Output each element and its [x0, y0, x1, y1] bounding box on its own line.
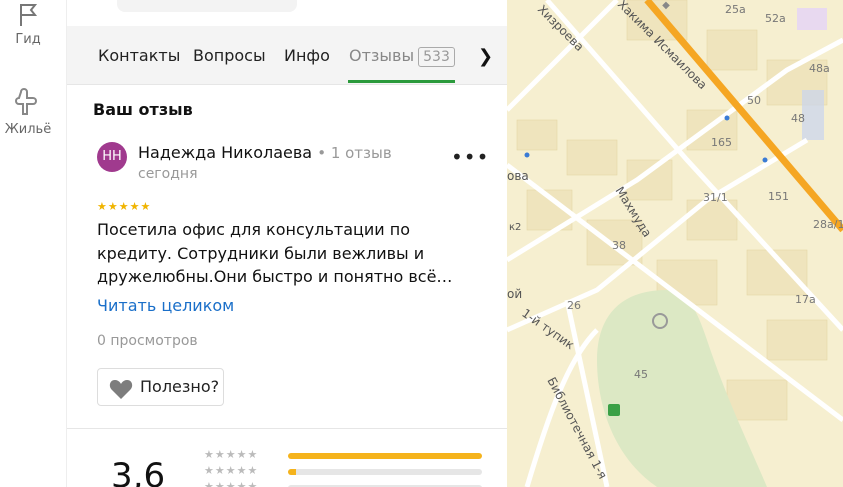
housing-icon: [15, 88, 37, 115]
distribution-stars-5: ★★★★★: [204, 448, 259, 461]
street-fragment: к2: [509, 222, 521, 233]
tab-bar: Контакты Вопросы Инфо Отзывы 533 ❯: [67, 26, 507, 85]
review-date: сегодня: [138, 166, 198, 182]
author-name[interactable]: Надежда Николаева: [138, 143, 312, 162]
active-tab-indicator: [348, 80, 455, 83]
distribution-stars-4: ★★★★★: [204, 464, 259, 477]
distribution-bar-5: [288, 453, 482, 459]
distribution-bar-4: [288, 469, 482, 475]
housing-label: Жильё: [4, 122, 52, 137]
house-number: 45: [634, 368, 648, 381]
section-title: Ваш отзыв: [93, 100, 193, 119]
blue-building: [802, 90, 824, 140]
house-number: 28а/1: [813, 218, 843, 231]
reviews-count-badge: 533: [418, 47, 455, 67]
distribution-stars-3: ★★★★★: [204, 480, 259, 487]
house-number: 38: [612, 239, 626, 252]
tab-info[interactable]: Инфо: [284, 46, 330, 65]
house-number: 26: [567, 299, 581, 312]
map-pin-icon[interactable]: ◆: [662, 0, 670, 11]
transit-stop[interactable]: [724, 115, 730, 121]
useful-label: Полезно?: [140, 377, 220, 396]
review-author[interactable]: Надежда Николаева • 1 отзыв: [138, 143, 392, 162]
top-pill: [117, 0, 297, 12]
panel-top-strip: [67, 0, 507, 26]
left-rail: Гид Жильё: [0, 0, 67, 487]
tab-questions[interactable]: Вопросы: [193, 46, 266, 65]
house-number: 48а: [809, 62, 830, 75]
tabs-next-arrow-icon[interactable]: ❯: [478, 46, 493, 67]
park-marker-icon[interactable]: [608, 404, 620, 416]
views-count: 0 просмотров: [97, 333, 198, 349]
tab-reviews-label: Отзывы: [349, 46, 415, 65]
more-options-icon[interactable]: •••: [451, 145, 489, 169]
house-number: 52а: [765, 12, 786, 25]
heart-icon: [109, 380, 133, 399]
tab-contacts[interactable]: Контакты: [98, 46, 180, 65]
divider: [67, 428, 507, 429]
guide-label: Гид: [15, 32, 41, 47]
distribution-fill-4: [288, 469, 296, 475]
distribution-fill-5: [288, 453, 482, 459]
overall-rating: 3,6: [111, 456, 166, 487]
review-text: Посетила офис для консультации по кредит…: [97, 220, 453, 286]
house-number: 17а: [795, 293, 816, 306]
purple-building: [797, 8, 827, 30]
transit-stop[interactable]: [524, 152, 530, 158]
rating-stars: ★★★★★: [97, 200, 152, 213]
house-number: 151: [768, 190, 789, 203]
house-number: 50: [747, 94, 761, 107]
house-number: 25а: [725, 3, 746, 16]
map-view[interactable]: ◆ Хизроева Хакима Исмаилова Махмуда 1-й …: [507, 0, 843, 487]
street-fragment: ой: [507, 287, 522, 301]
flag-icon: [20, 4, 38, 26]
transit-stop[interactable]: [762, 157, 768, 163]
tab-reviews[interactable]: Отзывы 533: [349, 46, 455, 67]
useful-button[interactable]: Полезно?: [97, 368, 224, 406]
housing-nav-item[interactable]: Жильё: [0, 86, 56, 137]
house-number: 48: [791, 112, 805, 125]
house-number: 31/1: [703, 191, 728, 204]
avatar[interactable]: НН: [97, 142, 127, 172]
author-review-count: • 1 отзыв: [317, 144, 392, 162]
guide-nav-item[interactable]: Гид: [0, 2, 56, 47]
street-fragment: ова: [507, 169, 529, 183]
house-number: 165: [711, 136, 732, 149]
org-panel: Контакты Вопросы Инфо Отзывы 533 ❯ Ваш от…: [67, 0, 507, 487]
read-more-link[interactable]: Читать целиком: [97, 296, 234, 315]
